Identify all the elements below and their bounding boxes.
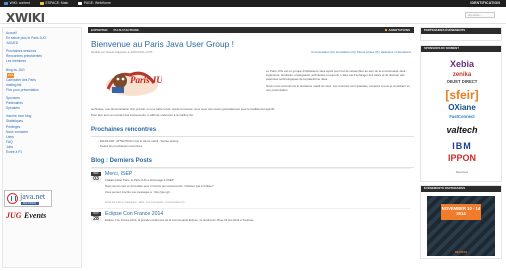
paris-jug-logo: Paris JUG [106, 72, 162, 97]
sponsor-logo-zenika[interactable]: zenika [421, 71, 503, 79]
post-body: Il fallait quitter Paris, le Paris JUG a… [105, 179, 405, 196]
right-sidebar: PARTENAIRES ÉVÉNEMENTS SPONSORS DU MOMEN… [420, 27, 502, 271]
sponsor-name: IPPON [447, 153, 476, 163]
nav-jugged[interactable]: JUG/ED [6, 41, 78, 46]
menu-more-actions[interactable]: PLUS D'ACTIONS [114, 28, 139, 32]
login-link[interactable]: IDENTIFICATION [470, 1, 500, 6]
sponsor-name: zenika [452, 72, 472, 78]
search-input[interactable]: chercher... [465, 12, 495, 18]
nav-write[interactable]: Écrire à PJ [6, 150, 78, 155]
sponsors-panel: SPONSORS DU MOMENT Xebia zenika OBJET DI… [420, 45, 502, 182]
left-sidebar: Accueil En savoir plus le Paris JUG JUG/… [2, 27, 82, 268]
blog-post: DEC 03 Merci, ISEP Il fallait quitter Pa… [91, 168, 411, 204]
sponsor-logo-ippon[interactable]: IPPON [421, 152, 503, 164]
post-line: Nous avons créé un formulaire pour s'ins… [105, 184, 215, 189]
page-byline: Modifié par Claude Falguière le 2016/10/… [91, 50, 414, 56]
devoxx-banner[interactable]: NOVEMBER 10 - 14 2014 DEVOXX [427, 196, 495, 256]
events-heading: ÉVÉNEMENTS PARTENAIRES [421, 186, 501, 192]
crumb-wiki[interactable]: WIKI: content [4, 1, 30, 6]
partners-heading: PARTENAIRES ÉVÉNEMENTS [421, 28, 501, 34]
sponsor-logo-xebia[interactable]: Xebia [421, 58, 503, 70]
nav-members[interactable]: Les membres [6, 59, 78, 64]
jug-events-badge[interactable]: JUG Events [4, 210, 52, 223]
paris-jug-logo-text: Paris JUG [130, 75, 162, 85]
sponsor-logo-oxiane[interactable]: OXiane [421, 103, 503, 114]
post-line: Eclipse Con France 2014, la grande confé… [105, 218, 255, 223]
upcoming-list: 2014/11/18 : ATTENTION c'est le 3ème mar… [98, 139, 414, 149]
post-title[interactable]: Merci, ISEP [105, 171, 132, 178]
top-bar: WIKI: content ESPACE: Main PAGE: WebHome… [0, 0, 506, 7]
sponsor-name: [sfeir] [445, 88, 479, 102]
jug-events-events: Events [24, 211, 47, 220]
upcoming-heading: Prochaines rencontres [91, 126, 414, 138]
xwiki-logo[interactable]: XWIKI [6, 10, 45, 26]
space-icon [39, 1, 44, 6]
menu-annotations[interactable]: ANNOTATIONS [384, 28, 410, 32]
mailing-list-paragraph: Pour être tenu au courant des événements… [91, 113, 194, 118]
sponsor-logo-fastconnect[interactable]: FastConnect [421, 114, 503, 120]
wiki-icon [4, 1, 8, 6]
header: XWIKI chercher... [0, 7, 506, 26]
jug-events-jug: JUG [6, 211, 22, 220]
sponsor-name: Xebia [449, 59, 474, 69]
post-line: Vous pouvez inscrire vos messages à : ht… [105, 189, 172, 194]
upcoming-all-link[interactable]: Toutes les prochaines rencontres [98, 144, 414, 149]
menu-export[interactable]: EXPORTER [91, 28, 108, 32]
sponsors-heading: SPONSORS DU MOMENT [421, 46, 501, 52]
nav-speakers[interactable]: Speakers [6, 106, 78, 111]
page-actions[interactable]: Commentaires (0) | Annotations (0) | Piè… [311, 51, 411, 55]
java-net-member-badge[interactable]: java.net MEMBER [4, 190, 52, 207]
intro-paragraph-3: technique, une démonstration d'un produi… [91, 107, 275, 112]
post-line: Il fallait quitter Paris, le Paris JUG a… [105, 178, 175, 183]
post-date: DEC 03 [91, 172, 101, 182]
blog-post: NOV 28 Eclipse Con France 2014 Eclipse C… [91, 208, 411, 244]
main-content: EXPORTER PLUS D'ACTIONS ANNOTATIONS Bien… [88, 27, 414, 271]
nav-presentation-feed[interactable]: Flux pour présentation [6, 88, 78, 93]
sponsor-name: OXiane [448, 103, 476, 112]
sponsor-name: OBJET DIRECT [446, 79, 478, 84]
sponsor-logo-other[interactable]: Sponsor [421, 170, 503, 174]
content-menu: EXPORTER PLUS D'ACTIONS ANNOTATIONS [88, 27, 414, 33]
byline-text: Modifié par Claude Falguière le 2016/10/… [91, 50, 153, 55]
crumb-space[interactable]: ESPACE: Main [39, 1, 68, 6]
post-meta: Posté par JUG le | Catégories : Paris · … [105, 201, 185, 205]
intro-text: Le Paris JUG est un groupe d'utilisateur… [266, 69, 412, 95]
sponsor-logo-ibm[interactable]: IBM [421, 140, 503, 152]
devoxx-name: DEVOXX [454, 249, 468, 254]
sponsor-logo-valtech[interactable]: valtech [421, 124, 503, 136]
blog-heading: Blog : Derniers Posts [91, 157, 414, 169]
sponsor-logo-objet-direct[interactable]: OBJET DIRECT [421, 79, 503, 85]
sponsor-name: Sponsor [455, 170, 469, 174]
sponsor-name: FastConnect [449, 114, 475, 119]
page-icon [78, 1, 82, 6]
sponsor-logo-sfeir[interactable]: [sfeir] [421, 87, 503, 103]
crumb-page[interactable]: PAGE: WebHome [78, 1, 111, 6]
post-body: Eclipse Con France 2014, la grande confé… [105, 219, 405, 225]
events-panel: ÉVÉNEMENTS PARTENAIRES NOVEMBER 10 - 14 … [420, 185, 502, 259]
post-title[interactable]: Eclipse Con France 2014 [105, 211, 163, 218]
sponsor-name: valtech [446, 125, 478, 135]
intro-section: Paris JUG Le Paris JUG est un groupe d'u… [88, 60, 414, 106]
devoxx-date-badge: NOVEMBER 10 - 14 2014 [441, 204, 481, 220]
rss-icon: RSS [7, 72, 15, 78]
java-net-member-label: MEMBER [21, 202, 39, 206]
java-cup-icon [7, 193, 18, 204]
partners-panel: PARTENAIRES ÉVÉNEMENTS [420, 27, 502, 41]
sponsor-name: IBM [452, 141, 472, 151]
post-date: NOV 28 [91, 212, 101, 222]
intro-paragraph-2: Nous nous rencontrons le deuxième mardi … [266, 83, 410, 92]
intro-paragraph-1: Le Paris JUG est un groupe d'utilisateur… [266, 69, 407, 82]
page-title: Bienvenue au Paris Java User Group ! [91, 39, 234, 49]
post-day: 28 [91, 215, 101, 222]
post-day: 03 [91, 175, 101, 182]
